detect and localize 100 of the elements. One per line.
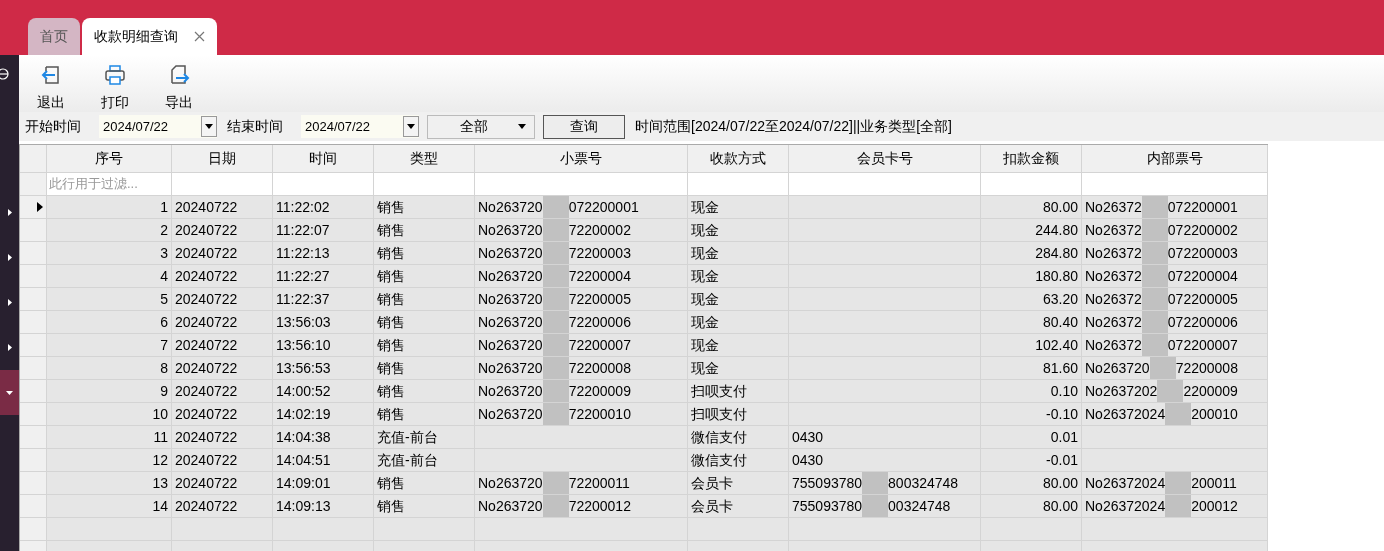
toolbar-button[interactable]: 退出 (32, 64, 70, 113)
table-cell: -0.01 (981, 449, 1082, 472)
cell-text: 72200011 (568, 473, 630, 493)
toolbar-button[interactable]: 打印 (96, 64, 134, 113)
filter-row-field[interactable] (273, 173, 374, 196)
table-cell: 14:09:13 (273, 495, 374, 518)
table-cell: -0.10 (981, 403, 1082, 426)
table-cell: 销售 (374, 288, 475, 311)
cell-text: No263720 (478, 473, 543, 493)
table-cell: 20240722 (172, 380, 273, 403)
table-cell: 8 (47, 357, 172, 380)
table-cell: 6 (47, 311, 172, 334)
blurred-patch (1141, 334, 1168, 356)
cell-text: 072200005 (1167, 289, 1238, 309)
blurred-patch (1141, 196, 1168, 218)
table-cell: 20240722 (172, 357, 273, 380)
blurred-patch (542, 495, 569, 517)
table-cell: 现金 (688, 357, 789, 380)
close-icon[interactable] (194, 31, 205, 42)
cell-text: No263720 (478, 335, 543, 355)
table-cell: 14:00:52 (273, 380, 374, 403)
cell-text: 72200005 (568, 289, 631, 309)
cell-text: No263720 (478, 312, 543, 332)
table-cell: 11:22:27 (273, 265, 374, 288)
query-button[interactable]: 查询 (543, 114, 625, 139)
table-cell: 现金 (688, 219, 789, 242)
end-date-field[interactable]: 2024/07/22 (301, 115, 419, 138)
table-cell: 现金 (688, 242, 789, 265)
table-cell: 现金 (688, 311, 789, 334)
table-cell: 13:56:53 (273, 357, 374, 380)
filter-row-field[interactable] (688, 173, 789, 196)
blurred-patch (1165, 472, 1192, 494)
filter-row-field[interactable] (789, 173, 981, 196)
table-cell: 11:22:13 (273, 242, 374, 265)
caret-icon (518, 124, 526, 129)
blurred-patch (542, 265, 569, 287)
blurred-patch (542, 357, 569, 379)
toolbar-button[interactable]: 导出 (160, 64, 198, 113)
cell-text: No263720 (478, 220, 543, 240)
caret-icon (205, 124, 213, 129)
table-cell: 销售 (374, 242, 475, 265)
table-cell: 20240722 (172, 495, 273, 518)
cell-text: No26372 (1085, 243, 1142, 263)
filter-row-field[interactable] (172, 173, 273, 196)
caret-right-icon (7, 344, 12, 351)
table-cell: 20240722 (172, 196, 273, 219)
table-cell: 20240722 (172, 426, 273, 449)
field-label: 开始时间 (25, 117, 82, 136)
table-cell: 14:04:38 (273, 426, 374, 449)
export-icon (168, 64, 190, 86)
printer-icon (104, 64, 126, 86)
table-cell: 销售 (374, 495, 475, 518)
blurred-patch (542, 380, 569, 402)
table-cell: 扫呗支付 (688, 380, 789, 403)
table-cell: 20240722 (172, 265, 273, 288)
filter-row-field[interactable] (374, 173, 475, 196)
cell-text: 72200009 (568, 381, 631, 401)
caret-right-icon (7, 299, 12, 306)
cell-text: No263720 (478, 243, 543, 263)
field-label: 结束时间 (227, 117, 284, 136)
blurred-patch (1165, 403, 1192, 425)
table-cell: 284.80 (981, 242, 1082, 265)
table-cell: 11:22:37 (273, 288, 374, 311)
cell-text: 2200009 (1183, 381, 1238, 401)
table-cell: 微信支付 (688, 449, 789, 472)
cell-text: 072200004 (1167, 266, 1238, 286)
table-cell: 会员卡 (688, 495, 789, 518)
table-cell: 0.10 (981, 380, 1082, 403)
cell-text: 200012 (1191, 496, 1238, 516)
cell-text: 72200012 (568, 496, 631, 516)
cell-text: 072200002 (1167, 220, 1238, 240)
current-row-icon (37, 202, 43, 212)
cell-text: No26372 (1085, 289, 1142, 309)
table-cell: 20240722 (172, 449, 273, 472)
sidebar-item[interactable] (0, 370, 19, 415)
tab[interactable]: 首页 (28, 18, 80, 55)
table-cell: 现金 (688, 334, 789, 357)
table-cell: 3 (47, 242, 172, 265)
blurred-patch (542, 196, 569, 218)
exit-icon (40, 64, 62, 86)
cell-text: No26372024 (1085, 473, 1166, 493)
blurred-patch (542, 242, 569, 264)
filter-row-field[interactable] (981, 173, 1082, 196)
globe-icon (0, 68, 9, 80)
cell-text: No26372 (1085, 312, 1142, 332)
tab[interactable]: 收款明细查询 (82, 18, 217, 55)
filter-row-field[interactable] (475, 173, 688, 196)
cell-text: 72200006 (568, 312, 631, 332)
table-cell: 销售 (374, 380, 475, 403)
blurred-patch (1141, 219, 1168, 241)
table-cell: 销售 (374, 219, 475, 242)
cell-text: 72200003 (568, 243, 631, 263)
blurred-patch (542, 334, 569, 356)
table-cell: 14:04:51 (273, 449, 374, 472)
blurred-patch (542, 472, 569, 494)
type-select[interactable]: 全部 (427, 114, 535, 139)
start-date-field[interactable]: 2024/07/22 (99, 115, 217, 138)
caret-right-icon (7, 209, 12, 216)
table-cell: 20240722 (172, 472, 273, 495)
row-header[interactable] (20, 196, 47, 219)
